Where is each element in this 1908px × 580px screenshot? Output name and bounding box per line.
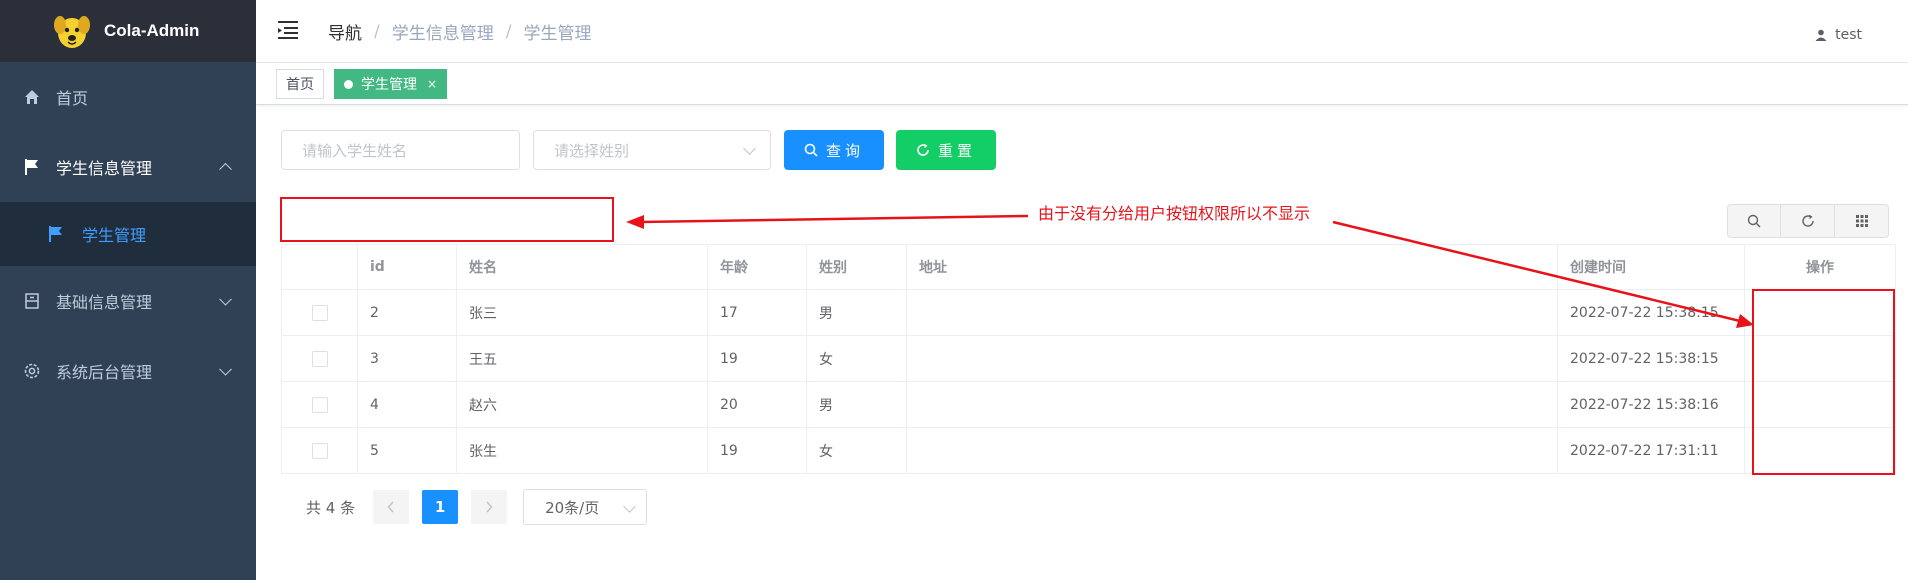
- annotation-arrow-right: [1332, 220, 1741, 323]
- arrowhead-icon: [626, 215, 644, 229]
- annotation-overlay: [280, 197, 1895, 475]
- annotation-box-buttons: [280, 197, 614, 242]
- annotation-box-actions: [1752, 289, 1895, 475]
- annotation-arrow-left: [639, 214, 1029, 224]
- annotation-text: 由于没有分给用户按钮权限所以不显示: [1038, 204, 1311, 223]
- arrowhead-icon: [1736, 314, 1754, 328]
